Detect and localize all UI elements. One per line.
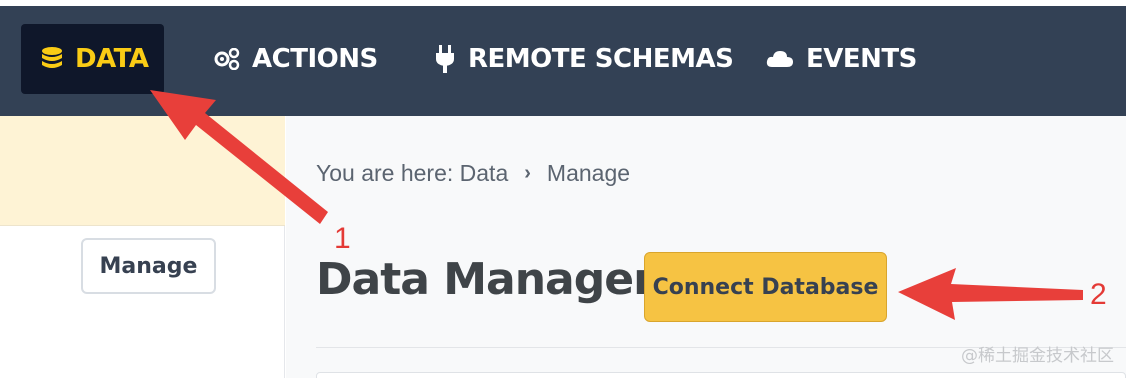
annotation-marker-2: 2	[1090, 278, 1107, 311]
page-title: Data Manager	[316, 254, 655, 305]
nav-tab-events-label: EVENTS	[806, 44, 917, 74]
nav-tab-events[interactable]: EVENTS	[766, 24, 917, 94]
nav-tab-remote-schemas[interactable]: REMOTE SCHEMAS	[434, 24, 734, 94]
breadcrumb-prefix[interactable]: You are here: Data	[316, 160, 508, 187]
nav-tab-data[interactable]: DATA	[21, 24, 164, 94]
sidebar-manage-button[interactable]: Manage	[81, 238, 216, 294]
gears-icon	[214, 48, 240, 70]
nav-tab-remote-schemas-label: REMOTE SCHEMAS	[468, 44, 734, 74]
database-icon	[42, 47, 62, 68]
cloud-icon	[766, 51, 793, 67]
breadcrumb-current: Manage	[546, 160, 631, 186]
sidebar-notice-panel	[0, 116, 285, 226]
plug-icon	[436, 45, 454, 73]
nav-tab-data-label: DATA	[75, 44, 149, 74]
nav-tab-actions-label: ACTIONS	[252, 44, 378, 74]
top-navigation-bar: DATA ACTIONS REMOTE SCHEMAS EVENTS	[0, 6, 1126, 116]
breadcrumb: You are here: Data › Manage	[316, 160, 630, 187]
sidebar: Manage	[0, 116, 285, 378]
database-list-card	[316, 372, 1126, 378]
nav-tab-actions[interactable]: ACTIONS	[214, 24, 378, 94]
watermark: @稀土掘金技术社区	[961, 346, 1114, 366]
main-content: You are here: Data › Manage Data Manager…	[286, 116, 1126, 378]
connect-database-button[interactable]: Connect Database	[644, 252, 887, 322]
annotation-marker-1: 1	[334, 222, 351, 255]
breadcrumb-separator-icon: ›	[524, 162, 531, 184]
